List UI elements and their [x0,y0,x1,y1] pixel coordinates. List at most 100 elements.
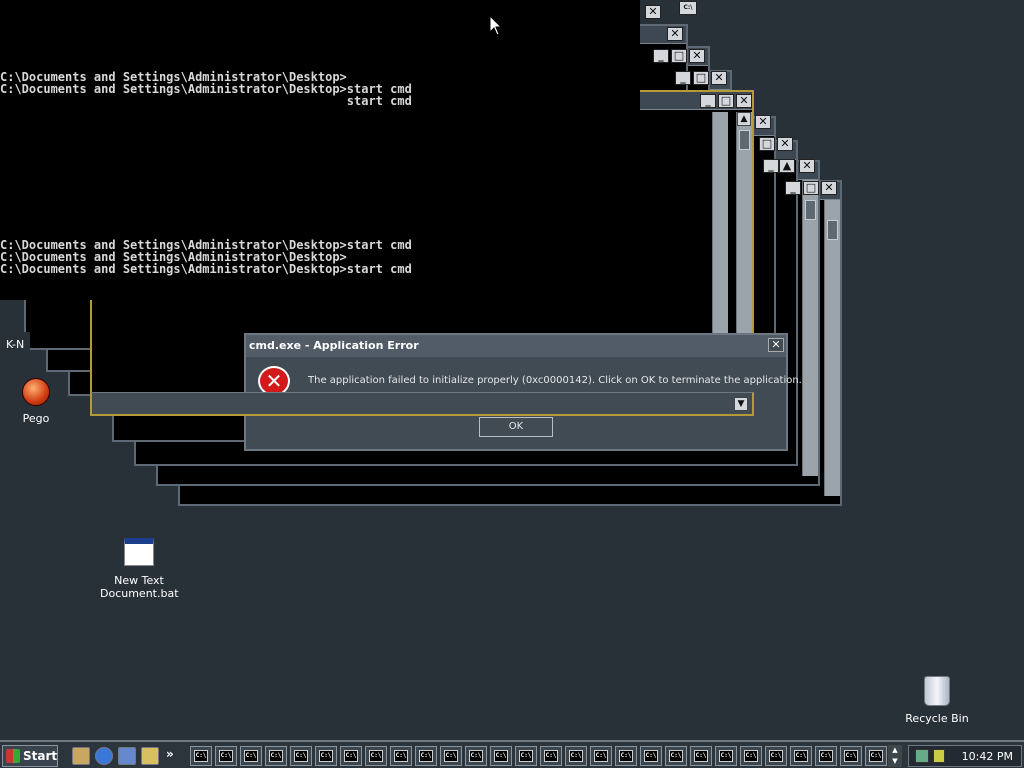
cmd-window-main[interactable]: C:\Documents and Settings\Administrator\… [0,0,640,300]
task-button-cmd[interactable]: C:\ [865,746,887,766]
cmd-icon: C:\ [194,750,208,762]
dialog-title: cmd.exe - Application Error [246,335,786,357]
task-button-cmd[interactable]: C:\ [815,746,837,766]
close-button[interactable]: ✕ [645,5,661,19]
minimize-button[interactable]: _ [653,49,669,63]
task-button-cmd[interactable]: C:\ [540,746,562,766]
task-button-cmd[interactable]: C:\ [790,746,812,766]
console-line: start cmd [0,94,412,108]
cmd-icon: C:\ [469,750,483,762]
minimize-button[interactable]: _ [700,94,716,108]
cmd-icon: C:\ [444,750,458,762]
scroll-thumb[interactable] [805,200,816,220]
task-button-cmd[interactable]: C:\ [265,746,287,766]
close-button[interactable]: ✕ [799,159,815,173]
desktop-icon-recycle-bin[interactable]: Recycle Bin [902,676,972,725]
task-button-cmd[interactable]: C:\ [740,746,762,766]
task-button-cmd[interactable]: C:\ [190,746,212,766]
minimize-button[interactable]: _ [785,181,801,195]
task-button-cmd[interactable]: C:\ [715,746,737,766]
chevron-icon[interactable]: » [166,746,174,762]
cmd-icon: C:\ [819,750,833,762]
volume-icon[interactable] [933,749,945,763]
error-message: The application failed to initialize pro… [308,375,802,386]
batch-file-icon [124,538,154,566]
maximize-button[interactable]: ▲ [779,159,795,173]
dialog-close-button[interactable]: ✕ [768,338,784,352]
cmd-icon: C:\ [769,750,783,762]
task-button-cmd[interactable]: C:\ [365,746,387,766]
internet-explorer-icon[interactable] [95,747,113,765]
start-label: Start [23,749,58,763]
windows-logo-icon [6,749,20,763]
outlook-icon[interactable] [118,747,136,765]
cmd-icon: C:\ [394,750,408,762]
cmd-icon: C:\ [644,750,658,762]
close-button[interactable]: ✕ [689,49,705,63]
start-button[interactable]: Start [2,745,58,767]
close-button[interactable]: ✕ [736,94,752,108]
cmd-icon: C:\ [244,750,258,762]
scroll-up-arrow[interactable]: ▲ [737,112,751,126]
cmd-icon: C:\ [619,750,633,762]
maximize-button[interactable]: □ [693,71,709,85]
task-button-cmd[interactable]: C:\ [465,746,487,766]
network-icon[interactable] [915,749,929,763]
task-button-cmd[interactable]: C:\ [215,746,237,766]
desktop-icon-label: K-N [6,338,25,351]
maximize-button[interactable]: □ [759,137,775,151]
search-icon[interactable] [141,747,159,765]
task-button-cmd[interactable]: C:\ [765,746,787,766]
scroll-thumb[interactable] [827,220,838,240]
task-button-cmd[interactable]: C:\ [690,746,712,766]
cmd-icon: C:\ [294,750,308,762]
task-button-cmd[interactable]: C:\ [565,746,587,766]
scrollbar[interactable] [824,200,840,496]
task-button-cmd[interactable]: C:\ [415,746,437,766]
show-desktop-icon[interactable] [72,747,90,765]
ok-button[interactable]: OK [479,417,553,437]
task-button-cmd[interactable]: C:\ [590,746,612,766]
maximize-button[interactable]: □ [671,49,687,63]
task-button-cmd[interactable]: C:\ [490,746,512,766]
task-button-cmd[interactable]: C:\ [440,746,462,766]
task-button-cmd[interactable]: C:\ [515,746,537,766]
task-button-cmd[interactable]: C:\ [240,746,262,766]
maximize-button[interactable]: □ [718,94,734,108]
close-button[interactable]: ✕ [821,181,837,195]
minimize-button[interactable]: _ [763,159,779,173]
task-button-cmd[interactable]: C:\ [615,746,637,766]
close-button[interactable]: ✕ [777,137,793,151]
close-button[interactable]: ✕ [667,27,683,41]
desktop-icon-label: Recycle Bin [905,712,969,725]
scroll-down-arrow[interactable]: ▼ [734,397,748,411]
cmd-icon: C:\ [694,750,708,762]
task-scroll-up[interactable]: ▲ [888,745,902,756]
desktop-icon-bat[interactable]: New Text Document.bat [100,538,179,600]
taskbar: Start » C:\ C:\ C:\ C:\ C:\ C:\ C:\ C:\ C:\ C:\ C:… [0,740,1024,768]
task-button-cmd[interactable]: C:\ [390,746,412,766]
cmd-icon: C:\ [419,750,433,762]
scroll-thumb[interactable] [739,130,750,150]
cmd-icon: C:\ [319,750,333,762]
clock[interactable]: 10:42 PM [962,746,1013,768]
task-button-cmd[interactable]: C:\ [315,746,337,766]
minimize-button[interactable]: _ [675,71,691,85]
task-button-cmd[interactable]: C:\ [640,746,662,766]
mini-cmd-icon: C:\ [679,1,697,15]
recycle-bin-icon [924,676,950,706]
desktop-icon-pego[interactable]: Pego [6,378,66,425]
task-button-cmd[interactable]: C:\ [840,746,862,766]
desktop-icon-partial[interactable]: K-N [0,332,30,352]
scrollbar[interactable] [802,180,818,476]
task-scroll-down[interactable]: ▼ [888,756,902,767]
task-button-cmd[interactable]: C:\ [665,746,687,766]
task-button-cmd[interactable]: C:\ [290,746,312,766]
desktop-icon-label: Pego [22,412,50,425]
close-button[interactable]: ✕ [755,115,771,129]
task-button-cmd[interactable]: C:\ [340,746,362,766]
maximize-button[interactable]: □ [803,181,819,195]
close-button[interactable]: ✕ [711,71,727,85]
cmd-icon: C:\ [844,750,858,762]
cmd-icon: C:\ [494,750,508,762]
